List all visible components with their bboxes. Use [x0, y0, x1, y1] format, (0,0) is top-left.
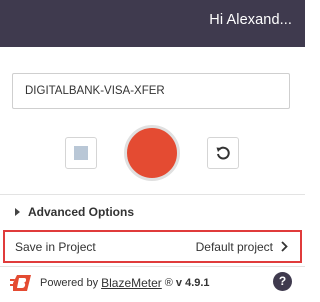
version-text: v 4.9.1 — [175, 277, 210, 289]
stop-icon — [74, 146, 88, 160]
user-greeting[interactable]: Hi Alexand... — [209, 12, 292, 28]
project-value: Default project — [195, 239, 273, 254]
registered-mark: ® — [164, 277, 173, 289]
reset-icon — [216, 146, 230, 160]
recording-name-input[interactable] — [12, 73, 290, 109]
advanced-options-toggle[interactable]: Advanced Options — [15, 204, 134, 220]
save-in-project-label: Save in Project — [15, 239, 96, 254]
advanced-options-label: Advanced Options — [28, 205, 135, 219]
stop-button[interactable] — [65, 137, 97, 169]
save-in-project-row[interactable]: Save in Project Default project — [3, 230, 302, 263]
chevron-right-icon — [281, 241, 288, 252]
reset-button[interactable] — [207, 137, 239, 169]
blazemeter-logo-icon — [10, 275, 31, 291]
powered-by-text: Powered by — [40, 277, 99, 289]
record-button[interactable] — [124, 125, 180, 181]
footer: Powered by BlazeMeter ® v 4.9.1 — [10, 272, 210, 294]
divider — [0, 266, 305, 267]
help-button[interactable]: ? — [273, 272, 292, 291]
header-bar: Hi Alexand... — [0, 0, 305, 47]
caret-right-icon — [15, 208, 20, 216]
divider — [0, 194, 305, 195]
blazemeter-link[interactable]: BlazeMeter — [101, 276, 162, 290]
